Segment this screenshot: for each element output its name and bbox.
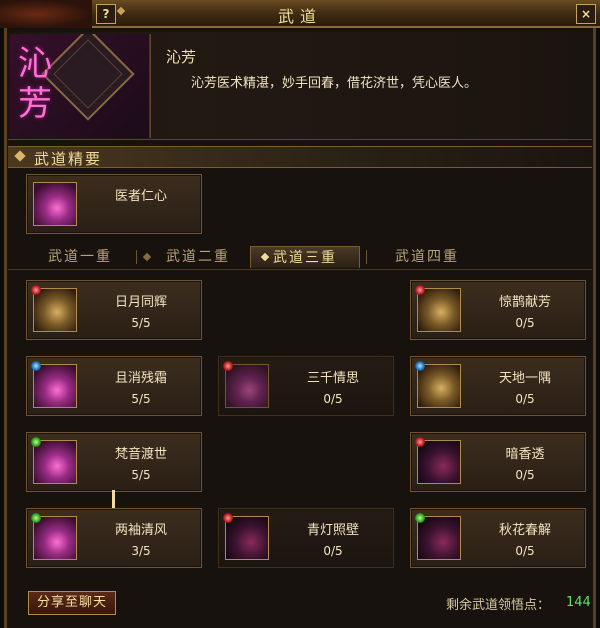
- skill-level: 5/5: [131, 316, 151, 330]
- skill-name: 且消残霜: [114, 371, 167, 386]
- tab-label: 武道一重: [48, 249, 112, 265]
- remaining-points-label: 剩余武道领悟点：: [446, 598, 551, 613]
- skill-level: 5/5: [131, 392, 151, 406]
- skill-name: 三千情思: [306, 371, 359, 386]
- skill-card-qingdengzhaobi[interactable]: 青灯照壁 0/5: [218, 508, 394, 568]
- skill-name: 两袖清风: [114, 523, 167, 538]
- sect-name: 沁芳: [166, 48, 197, 66]
- skill-card-tiandiyiyu[interactable]: 天地一隅 0/5: [410, 356, 586, 416]
- tab-label: 武道三重: [273, 250, 337, 266]
- close-button[interactable]: ×: [576, 4, 596, 24]
- skill-card-qiuhuachunjie[interactable]: 秋花春解 0/5: [410, 508, 586, 568]
- flower-swirl-icon: [33, 182, 77, 226]
- skill-connector-line: [112, 490, 115, 510]
- skill-name: 天地一隅: [498, 371, 551, 386]
- tab-divider: [366, 250, 367, 264]
- dark-blade-icon: [417, 440, 461, 484]
- skill-card-liangxiuqingfeng[interactable]: 两袖清风 3/5: [26, 508, 202, 568]
- tab-tier-2[interactable]: 武道二重: [152, 246, 244, 268]
- skill-name: 惊鹊献芳: [498, 295, 551, 310]
- red-orb-icon: [223, 361, 233, 371]
- sect-emblem-text: 沁芳: [18, 44, 52, 124]
- gold-leaf-icon: [33, 288, 77, 332]
- skill-name: 医者仁心: [114, 189, 167, 204]
- tab-label: 武道二重: [166, 249, 230, 265]
- skill-card-fanyindushi[interactable]: 梵音渡世 5/5: [26, 432, 202, 492]
- skill-level: 3/5: [131, 544, 151, 558]
- skill-level: 0/5: [515, 544, 535, 558]
- skill-name: 梵音渡世: [114, 447, 167, 462]
- dark-figures-icon: [225, 516, 269, 560]
- green-orb-icon: [31, 513, 41, 523]
- gold-leaf-icon: [417, 288, 461, 332]
- skill-level: 5/5: [131, 468, 151, 482]
- blue-orb-icon: [31, 361, 41, 371]
- pink-flower-icon: [417, 516, 461, 560]
- sect-emblem-char-1: 沁芳: [18, 44, 58, 124]
- skill-card-jingquexianfang[interactable]: 惊鹊献芳 0/5: [410, 280, 586, 340]
- skill-card-riyuetonghui[interactable]: 日月同辉 5/5: [26, 280, 202, 340]
- tab-label: 武道四重: [395, 249, 459, 265]
- pink-slash-icon: [33, 440, 77, 484]
- red-orb-icon: [31, 285, 41, 295]
- red-orb-icon: [415, 437, 425, 447]
- share-to-chat-button[interactable]: 分享至聊天: [28, 591, 116, 615]
- essential-skill-card[interactable]: 医者仁心: [26, 174, 202, 234]
- skill-card-anxiangtou[interactable]: 暗香透 0/5: [410, 432, 586, 492]
- pink-arc-icon: [33, 364, 77, 408]
- skill-name: 青灯照壁: [306, 523, 359, 538]
- header-divider: [150, 34, 151, 138]
- skill-level: 0/5: [515, 468, 535, 482]
- pink-arc-icon: [225, 364, 269, 408]
- skill-name: 暗香透: [505, 447, 545, 462]
- skill-level: 0/5: [515, 392, 535, 406]
- tab-tier-4[interactable]: 武道四重: [374, 246, 480, 268]
- essentials-heading: 武道精要: [34, 150, 103, 168]
- skill-level: 0/5: [323, 392, 343, 406]
- tab-tier-1[interactable]: 武道一重: [30, 246, 130, 268]
- tab-divider: [136, 250, 137, 264]
- skill-card-sanqianqingsi[interactable]: 三千情思 0/5: [218, 356, 394, 416]
- skill-card-qiexiaocanshuang[interactable]: 且消残霜 5/5: [26, 356, 202, 416]
- green-orb-icon: [31, 437, 41, 447]
- pink-slash-icon: [33, 516, 77, 560]
- window-title: 武道: [277, 7, 322, 26]
- gold-leaf-icon: [417, 364, 461, 408]
- blue-orb-icon: [415, 361, 425, 371]
- skill-level: 0/5: [515, 316, 535, 330]
- skill-name: 日月同辉: [114, 295, 167, 310]
- close-icon: ×: [580, 7, 592, 21]
- remaining-points-value: 144: [566, 595, 591, 610]
- green-orb-icon: [415, 513, 425, 523]
- skill-level: 0/5: [323, 544, 343, 558]
- skill-name: 秋花春解: [498, 523, 551, 538]
- red-orb-icon: [415, 285, 425, 295]
- red-orb-icon: [223, 513, 233, 523]
- sect-description: 沁芳医术精湛，妙手回春，借花济世，凭心医人。: [191, 76, 478, 91]
